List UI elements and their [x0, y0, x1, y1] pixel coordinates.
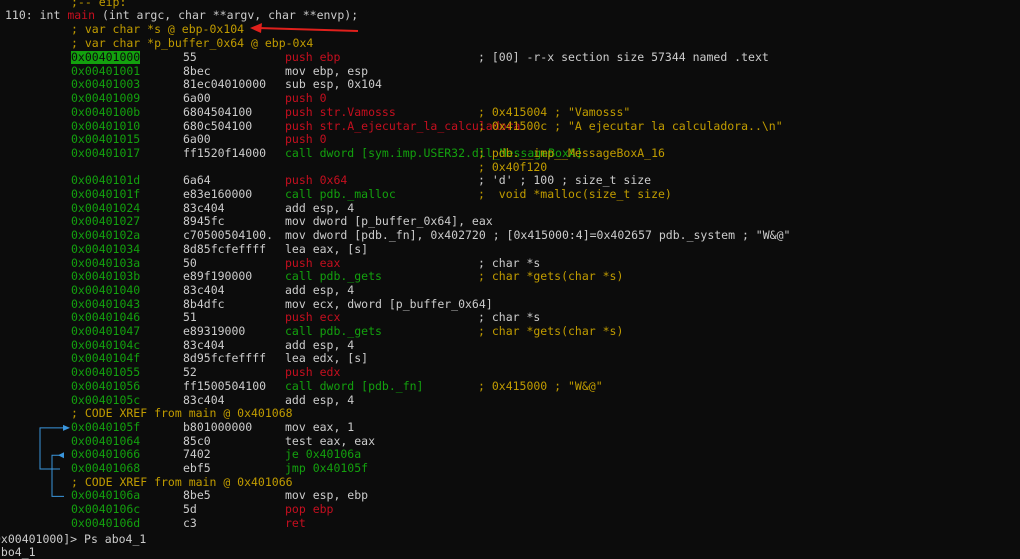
jump-arrow-exit	[51, 454, 64, 497]
jump-arrowhead-exit	[58, 452, 64, 459]
annotation-arrow	[257, 27, 359, 32]
jump-arrows	[39, 23, 359, 497]
jump-arrowhead-loop	[63, 424, 70, 431]
radare2-terminal[interactable]: ;-- eip: 110: int main (int argc, char *…	[0, 0, 1020, 559]
annotation-arrowhead	[250, 23, 262, 33]
